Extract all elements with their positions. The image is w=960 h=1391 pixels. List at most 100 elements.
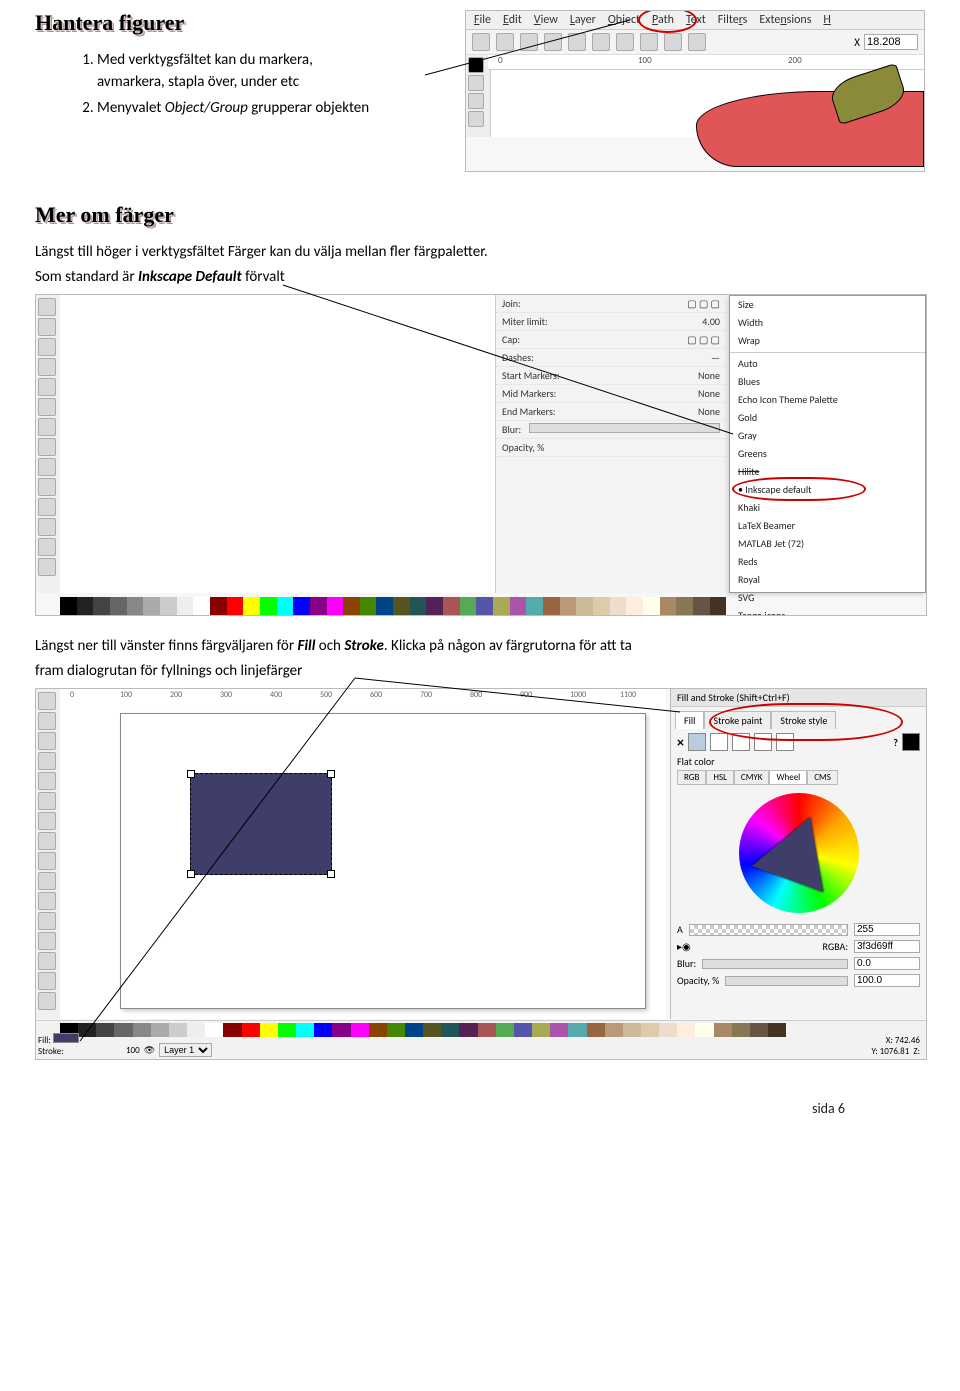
linear-gradient-icon[interactable] [710,733,728,751]
selected-rectangle[interactable] [190,773,332,875]
toolbar-icon[interactable] [616,33,634,51]
unknown-paint-icon[interactable]: ? [893,736,898,749]
palette-menu-item[interactable]: Width [730,314,925,332]
unset-paint-icon[interactable] [902,733,920,751]
dashes-value[interactable]: — [711,351,720,364]
tool-icon[interactable] [38,438,56,456]
color-swatch[interactable] [114,1023,132,1037]
color-swatch[interactable] [459,1023,477,1037]
color-swatch[interactable] [187,1023,205,1037]
color-swatch[interactable] [605,1023,623,1037]
color-swatch[interactable] [626,597,643,615]
palette-menu-item[interactable]: Greens [730,445,925,463]
color-swatch[interactable] [623,1023,641,1037]
color-swatch[interactable] [693,597,710,615]
toolbar-icon[interactable] [496,33,514,51]
tool-icon[interactable] [38,912,56,930]
color-swatch[interactable] [768,1023,786,1037]
tool-icon[interactable] [38,952,56,970]
palette-menu-item[interactable]: MATLAB Jet (72) [730,535,925,553]
color-swatch[interactable] [169,1023,187,1037]
color-swatch[interactable] [478,1023,496,1037]
palette-menu-item[interactable]: Reds [730,553,925,571]
color-swatch[interactable] [332,1023,350,1037]
end-markers-value[interactable]: None [698,405,720,418]
color-swatch[interactable] [593,597,610,615]
palette-menu-item[interactable]: Tango icons [730,607,925,616]
tool-icon[interactable] [38,538,56,556]
color-swatch[interactable] [660,597,677,615]
x-input[interactable] [864,34,918,50]
color-swatch[interactable] [296,1023,314,1037]
color-swatch[interactable] [560,597,577,615]
tool-icon[interactable] [38,892,56,910]
menu-layer[interactable]: Layer [570,13,596,27]
blur-slider[interactable] [529,423,720,433]
menu-filters[interactable]: Filters [718,13,748,27]
color-swatch[interactable] [93,597,110,615]
selection-handle[interactable] [187,770,195,778]
color-swatch[interactable] [314,1023,332,1037]
tool-icon[interactable] [38,972,56,990]
color-swatch[interactable] [695,1023,713,1037]
color-swatch[interactable] [227,597,244,615]
blur-slider[interactable] [702,959,848,969]
palette-menu-item[interactable]: Gold [730,409,925,427]
toolbar-icon[interactable] [568,33,586,51]
color-swatch[interactable] [514,1023,532,1037]
tool-icon[interactable] [38,812,56,830]
color-swatch[interactable] [205,1023,223,1037]
color-picker-icon[interactable]: ▸◉ [677,940,691,953]
color-swatch[interactable] [732,1023,750,1037]
color-swatch[interactable] [426,597,443,615]
tool-icon[interactable] [38,318,56,336]
color-swatch[interactable] [260,597,277,615]
selection-handle[interactable] [327,770,335,778]
color-swatch[interactable] [659,1023,677,1037]
tool-icon[interactable] [38,378,56,396]
tweak-tool-icon[interactable] [468,93,484,109]
fill-swatch[interactable] [53,1033,79,1043]
mode-cmyk[interactable]: CMYK [734,770,770,785]
color-swatch[interactable] [393,597,410,615]
toolbar-icon[interactable] [640,33,658,51]
mode-cms[interactable]: CMS [807,770,838,785]
color-swatch[interactable] [410,597,427,615]
toolbar-icon[interactable] [592,33,610,51]
palette-menu-item[interactable]: Gray [730,427,925,445]
color-swatch[interactable] [143,597,160,615]
color-swatch[interactable] [423,1023,441,1037]
color-swatch[interactable] [710,597,727,615]
tool-icon[interactable] [38,478,56,496]
color-swatch[interactable] [387,1023,405,1037]
tool-icon[interactable] [38,732,56,750]
tool-icon[interactable] [38,792,56,810]
tool-icon[interactable] [38,298,56,316]
tool-icon[interactable] [38,418,56,436]
toolbar-icon[interactable] [472,33,490,51]
color-swatch[interactable] [405,1023,423,1037]
fill-stroke-indicator[interactable]: Fill: Stroke: [38,1033,79,1057]
tool-icon[interactable] [38,932,56,950]
alpha-slider[interactable] [689,924,848,936]
flat-color-icon[interactable] [688,733,706,751]
palette-menu-item[interactable]: Royal [730,571,925,589]
palette-menu-item[interactable]: Size [730,296,925,314]
color-swatch[interactable] [127,597,144,615]
color-triangle[interactable] [752,804,846,892]
opacity-slider[interactable] [725,976,848,986]
palette-menu-item[interactable]: Auto [730,355,925,373]
tool-icon[interactable] [38,712,56,730]
color-swatch[interactable] [641,1023,659,1037]
color-swatch[interactable] [133,1023,151,1037]
color-swatch[interactable] [460,597,477,615]
color-swatch[interactable] [310,597,327,615]
color-swatch[interactable] [193,597,210,615]
tool-icon[interactable] [38,992,56,1010]
color-swatch[interactable] [278,1023,296,1037]
color-swatch[interactable] [369,1023,387,1037]
tool-icon[interactable] [38,852,56,870]
palette-menu-item[interactable]: Khaki [730,499,925,517]
blur-input[interactable] [854,957,920,970]
tool-icon[interactable] [38,692,56,710]
